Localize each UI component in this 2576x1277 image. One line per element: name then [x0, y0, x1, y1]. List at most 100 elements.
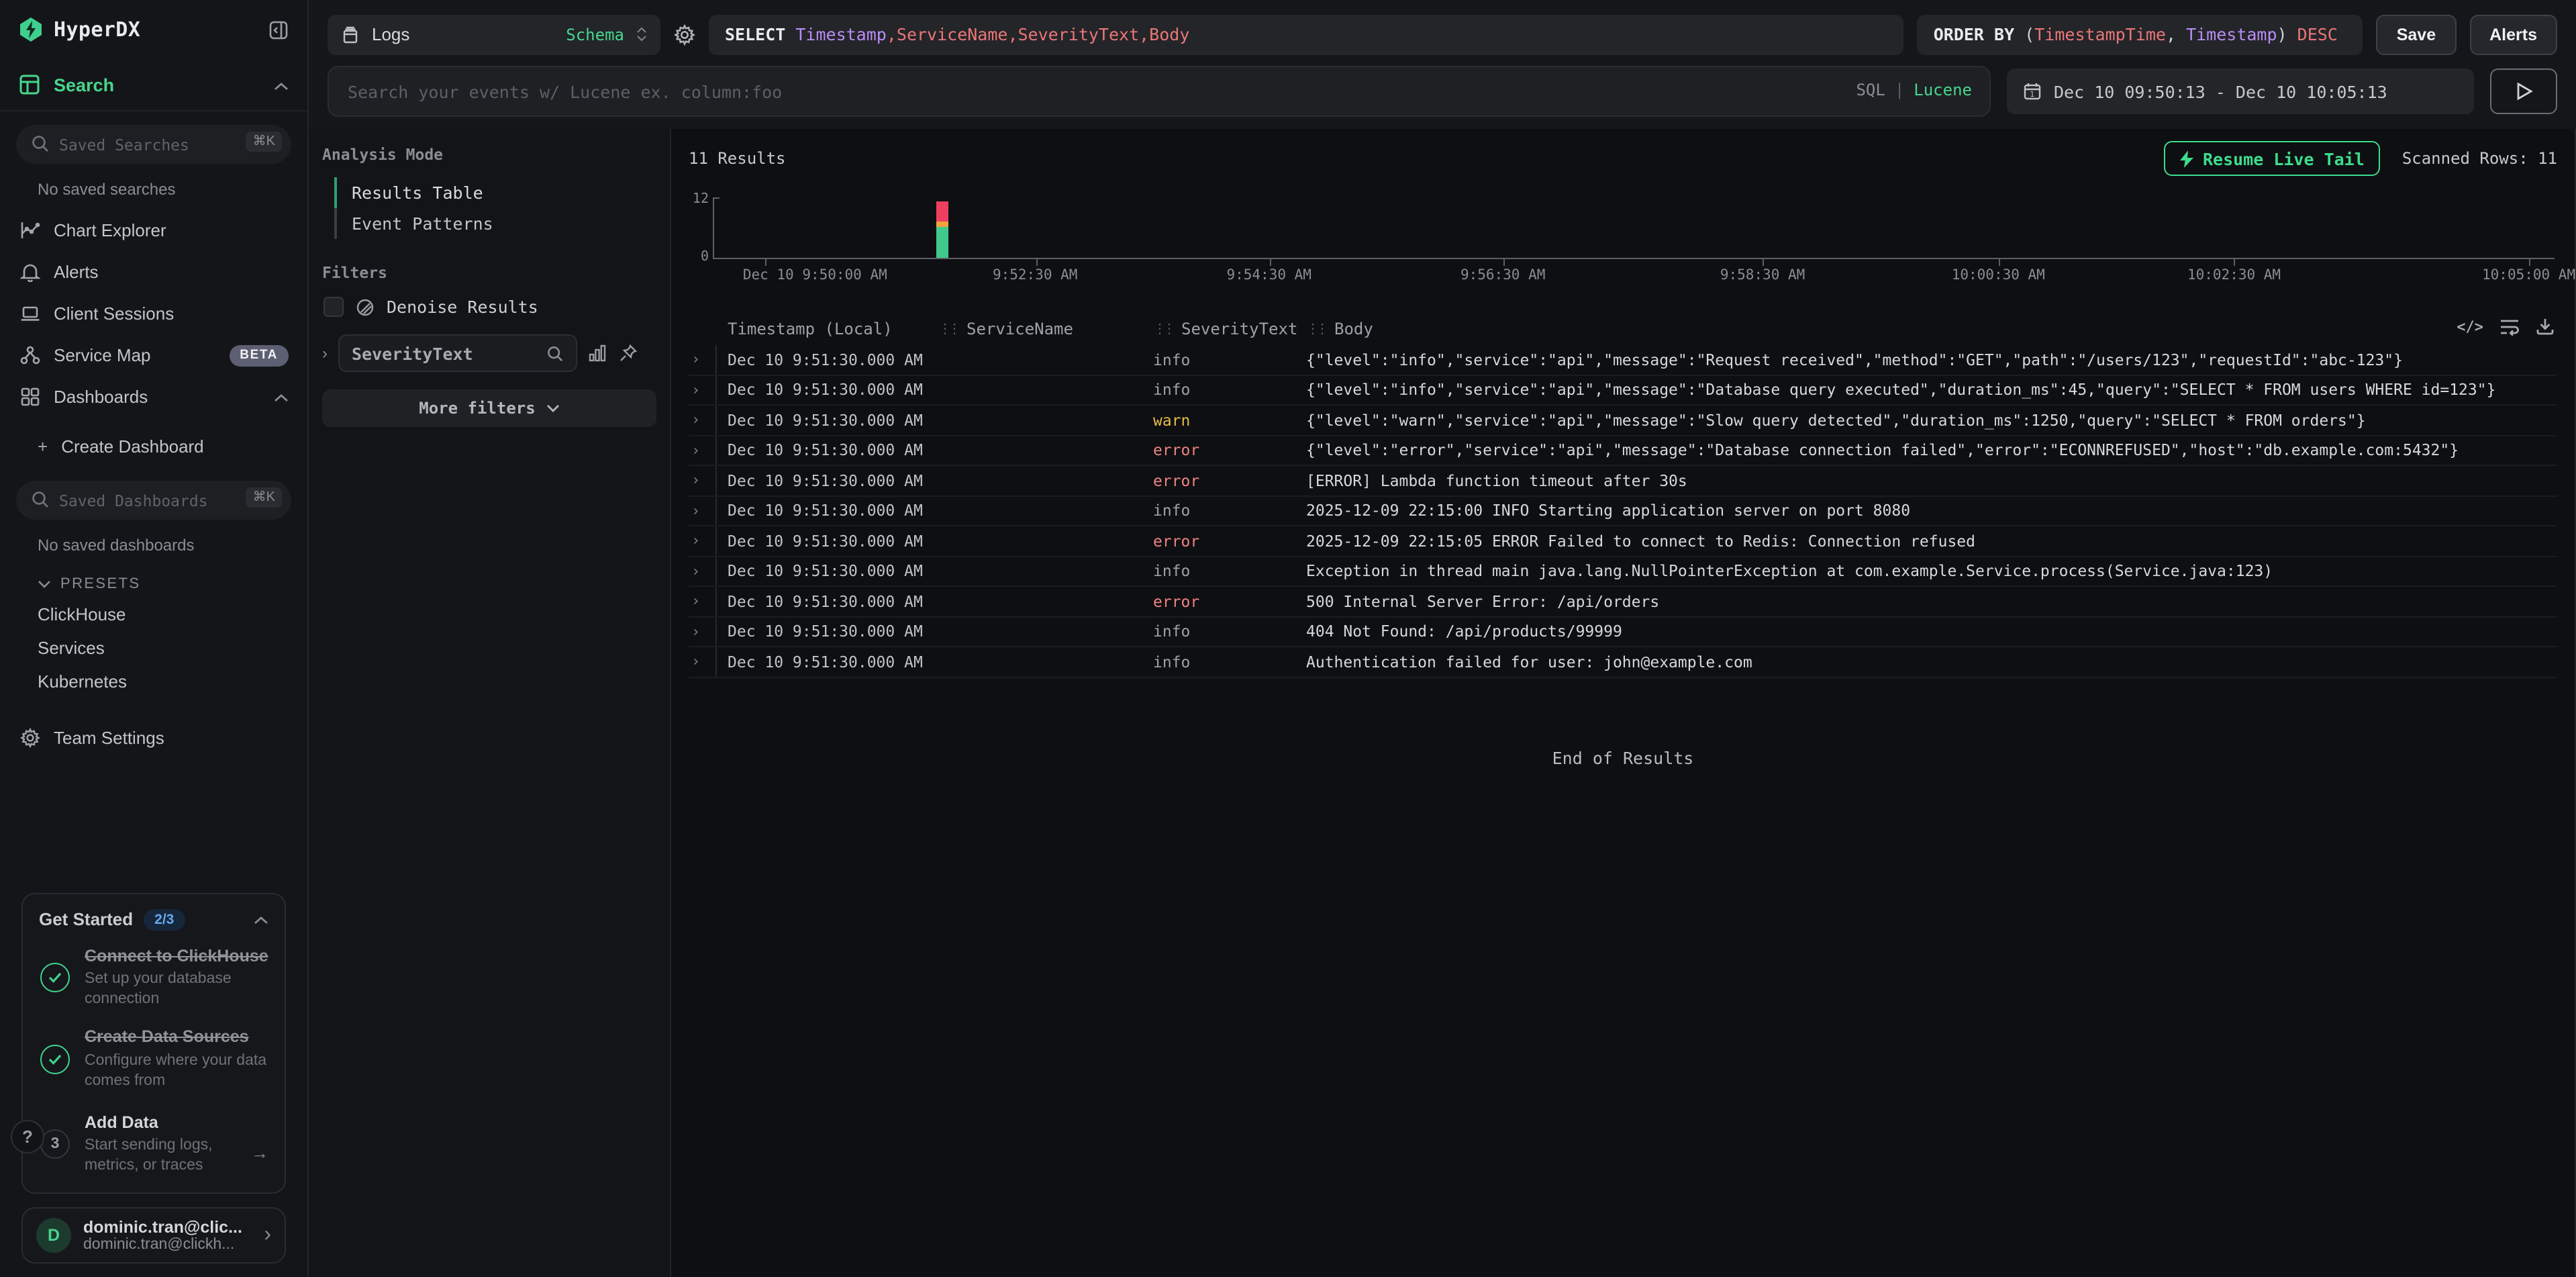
create-dashboard-button[interactable]: + Create Dashboard	[0, 426, 307, 467]
y-axis-max: 12	[693, 192, 709, 207]
row-expand-chevron[interactable]	[689, 653, 715, 671]
get-started-step-sources[interactable]: Create Data Sources Configure where your…	[39, 1027, 268, 1091]
cell-timestamp: Dec 10 9:51:30.000 AM	[715, 557, 938, 585]
resume-live-tail-button[interactable]: Resume Live Tail	[2164, 141, 2381, 176]
sidebar-item-alerts[interactable]: Alerts	[0, 251, 307, 293]
row-expand-chevron[interactable]	[689, 472, 715, 489]
sidebar-item-service-map[interactable]: Service Map BETA	[0, 334, 307, 376]
tab-event-patterns[interactable]: Event Patterns	[334, 208, 656, 239]
cell-body: 500 Internal Server Error: /api/orders	[1306, 592, 2557, 611]
mode-lucene[interactable]: Lucene	[1914, 81, 1972, 99]
order-by-editor[interactable]: ORDER BY (TimestampTime, Timestamp) DESC	[1918, 14, 2363, 54]
sidebar-item-dashboards[interactable]: Dashboards	[0, 376, 307, 418]
table-row[interactable]: Dec 10 9:51:30.000 AM info 404 Not Found…	[689, 617, 2557, 647]
tab-results-table[interactable]: Results Table	[334, 177, 656, 208]
presets-header[interactable]: PRESETS	[0, 565, 307, 598]
cell-severity: info	[1153, 350, 1306, 369]
table-row[interactable]: Dec 10 9:51:30.000 AM error [ERROR] Lamb…	[689, 466, 2557, 496]
sidebar-section-search[interactable]: Search	[0, 59, 307, 110]
table-row[interactable]: Dec 10 9:51:30.000 AM error 500 Internal…	[689, 587, 2557, 617]
table-row[interactable]: Dec 10 9:51:30.000 AM info 2025-12-09 22…	[689, 496, 2557, 526]
pin-icon[interactable]	[619, 344, 638, 363]
cell-severity: info	[1153, 381, 1306, 399]
cell-severity: error	[1153, 471, 1306, 490]
resume-live-tail-label: Resume Live Tail	[2203, 148, 2365, 169]
collapse-sidebar-icon[interactable]	[268, 19, 289, 40]
cell-body: Authentication failed for user: john@exa…	[1306, 653, 2557, 671]
column-header-timestamp[interactable]: Timestamp (Local)	[715, 320, 938, 338]
chart-toggle-icon[interactable]	[588, 344, 608, 363]
arrow-right-icon: →	[251, 1142, 268, 1162]
no-saved-searches-note: No saved searches	[0, 169, 307, 209]
get-started-step-connect[interactable]: Connect to ClickHouse Set up your databa…	[39, 946, 268, 1010]
table-row[interactable]: Dec 10 9:51:30.000 AM error 2025-12-09 2…	[689, 526, 2557, 557]
row-expand-chevron[interactable]	[689, 412, 715, 429]
chevron-up-icon[interactable]	[254, 909, 268, 929]
run-query-button[interactable]	[2490, 68, 2557, 114]
sql-segment: Timestamp	[2186, 24, 2277, 44]
row-expand-chevron[interactable]	[689, 563, 715, 580]
x-tick-label: 9:58:30 AM	[1720, 267, 1805, 283]
table-row[interactable]: Dec 10 9:51:30.000 AM info Exception in …	[689, 557, 2557, 587]
drag-grip-icon[interactable]: ⋮⋮	[1306, 322, 1325, 336]
table-row[interactable]: Dec 10 9:51:30.000 AM error {"level":"er…	[689, 436, 2557, 466]
user-profile-card[interactable]: D dominic.tran@clic... dominic.tran@clic…	[21, 1207, 286, 1264]
drag-grip-icon[interactable]: ⋮⋮	[938, 322, 957, 336]
chevron-expand-icon[interactable]: ›	[322, 344, 328, 363]
sidebar-item-team-settings[interactable]: Team Settings	[0, 717, 307, 759]
denoise-results-toggle[interactable]: Denoise Results	[324, 297, 656, 317]
preset-item[interactable]: Kubernetes	[0, 665, 307, 698]
row-expand-chevron[interactable]	[689, 381, 715, 399]
drag-grip-icon[interactable]: ⋮⋮	[1153, 322, 1172, 336]
filter-field-box[interactable]: SeverityText	[338, 334, 577, 372]
search-section-label: Search	[54, 75, 114, 95]
denoise-checkbox[interactable]	[324, 297, 344, 317]
column-header-severitytext[interactable]: ⋮⋮ SeverityText	[1153, 320, 1306, 338]
sidebar-item-client-sessions[interactable]: Client Sessions	[0, 293, 307, 334]
preset-item[interactable]: Services	[0, 631, 307, 665]
cell-timestamp: Dec 10 9:51:30.000 AM	[715, 496, 938, 525]
sidebar-item-chart-explorer[interactable]: Chart Explorer	[0, 209, 307, 251]
get-started-step-add-data[interactable]: 3 Add Data Start sending logs, metrics, …	[39, 1113, 268, 1176]
plus-icon: +	[38, 436, 48, 457]
sidebar-item-label: Service Map	[54, 345, 151, 365]
step-title: Connect to ClickHouse	[85, 946, 268, 967]
chart-plot[interactable]	[713, 197, 2555, 259]
more-filters-button[interactable]: More filters	[322, 389, 656, 427]
save-button[interactable]: Save	[2377, 14, 2456, 54]
row-expand-chevron[interactable]	[689, 351, 715, 369]
row-expand-chevron[interactable]	[689, 532, 715, 550]
source-settings-gear-icon[interactable]	[674, 23, 695, 45]
check-circle-icon	[40, 963, 70, 993]
row-expand-chevron[interactable]	[689, 502, 715, 520]
download-icon[interactable]	[2536, 317, 2555, 336]
column-header-servicename[interactable]: ⋮⋮ ServiceName	[938, 320, 1153, 338]
source-label: Logs	[372, 24, 409, 44]
table-row[interactable]: Dec 10 9:51:30.000 AM info {"level":"inf…	[689, 345, 2557, 375]
column-header-body[interactable]: ⋮⋮ Body	[1306, 320, 2557, 338]
row-expand-chevron[interactable]	[689, 442, 715, 459]
table-row[interactable]: Dec 10 9:51:30.000 AM warn {"level":"war…	[689, 406, 2557, 436]
source-select[interactable]: Logs Schema	[328, 14, 660, 54]
row-expand-chevron[interactable]	[689, 593, 715, 610]
brand-row: HyperDX	[0, 0, 307, 59]
table-row[interactable]: Dec 10 9:51:30.000 AM info {"level":"inf…	[689, 375, 2557, 406]
chevron-updown-icon	[636, 27, 647, 42]
date-range-picker[interactable]: 1 Dec 10 09:50:13 - Dec 10 10:05:13	[2007, 68, 2474, 114]
table-row[interactable]: Dec 10 9:51:30.000 AM info Authenticatio…	[689, 647, 2557, 677]
sql-select-editor[interactable]: SELECT Timestamp,ServiceName,SeverityTex…	[709, 14, 1904, 54]
hyperdx-logo-icon	[19, 17, 43, 42]
wrap-lines-icon[interactable]	[2499, 318, 2520, 335]
alerts-button[interactable]: Alerts	[2469, 14, 2557, 54]
histogram-bar[interactable]	[936, 201, 948, 258]
help-button[interactable]: ?	[11, 1120, 44, 1153]
get-started-card: Get Started 2/3 Connect to ClickHouse Se…	[21, 892, 286, 1194]
mode-sql[interactable]: SQL	[1856, 81, 1885, 99]
database-icon	[341, 25, 360, 44]
row-expand-chevron[interactable]	[689, 623, 715, 641]
saved-dashboards-search: ⌘K	[16, 481, 291, 520]
event-search-input[interactable]	[328, 66, 1991, 117]
cell-timestamp: Dec 10 9:51:30.000 AM	[715, 587, 938, 616]
code-view-icon[interactable]: </>	[2457, 318, 2483, 335]
preset-item[interactable]: ClickHouse	[0, 598, 307, 631]
